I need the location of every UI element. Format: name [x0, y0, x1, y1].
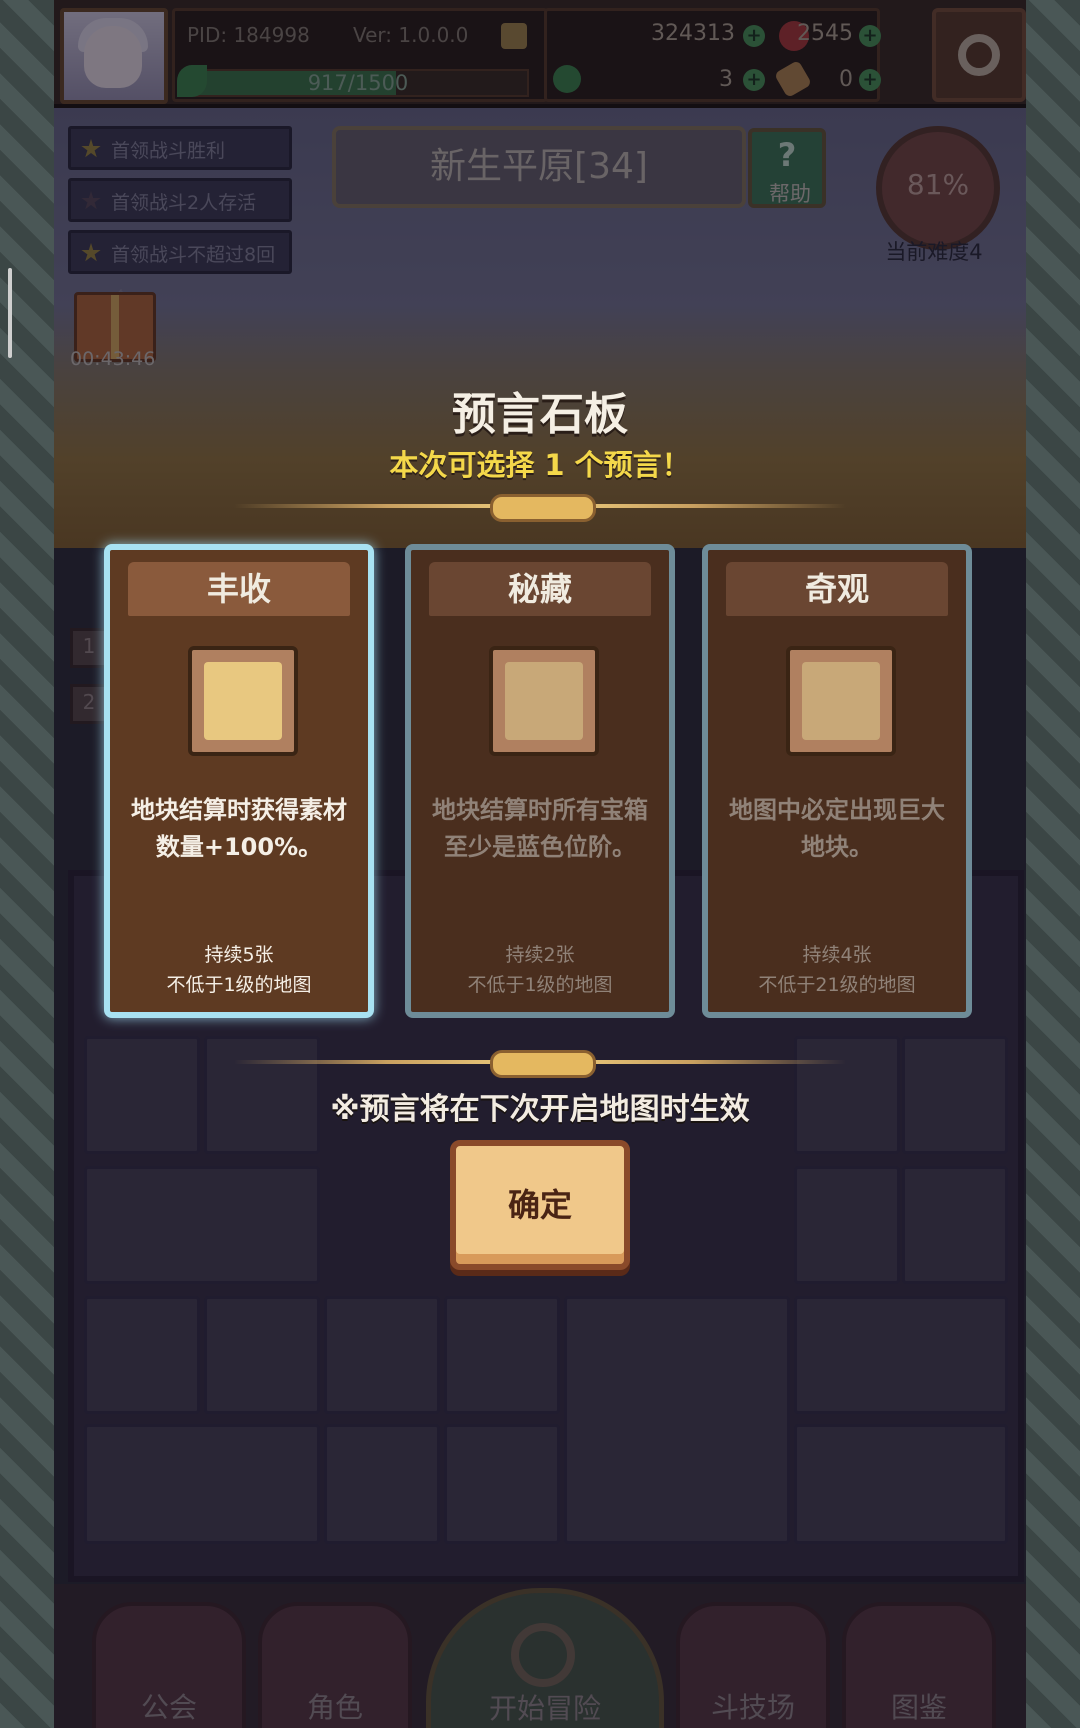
- prophecy-card-wonder[interactable]: 奇观 地图中必定出现巨大地块。 持续4张 不低于21级的地图: [702, 544, 972, 1018]
- game-screen: PID: 184998 Ver: 1.0.0.0 917/1500 324313…: [54, 0, 1026, 1728]
- harvest-icon: [188, 646, 298, 756]
- card-duration: 持续2张 不低于1级的地图: [421, 940, 659, 1000]
- card-requirement: 不低于1级的地图: [166, 974, 312, 996]
- ornament-icon: [490, 494, 596, 522]
- card-duration-count: 持续4张: [802, 944, 872, 966]
- right-side-pattern: [1026, 0, 1080, 1728]
- card-description: 地块结算时所有宝箱至少是蓝色位阶。: [432, 796, 648, 861]
- card-title: 丰收: [128, 562, 350, 616]
- edge-handle[interactable]: [8, 268, 12, 358]
- card-description: 地图中必定出现巨大地块。: [729, 796, 945, 861]
- ornament-icon: [490, 1050, 596, 1078]
- card-requirement: 不低于1级的地图: [467, 974, 613, 996]
- card-title: 奇观: [726, 562, 948, 616]
- card-duration: 持续5张 不低于1级的地图: [120, 940, 358, 1000]
- card-requirement: 不低于21级的地图: [758, 974, 916, 996]
- card-description: 地块结算时获得素材数量+100%。: [131, 796, 347, 861]
- prophecy-card-treasure[interactable]: 秘藏 地块结算时所有宝箱至少是蓝色位阶。 持续2张 不低于1级的地图: [405, 544, 675, 1018]
- card-title: 秘藏: [429, 562, 651, 616]
- signpost-icon: [786, 646, 896, 756]
- card-duration: 持续4张 不低于21级的地图: [718, 940, 956, 1000]
- left-side-pattern: [0, 0, 54, 1728]
- modal-overlay: 预言石板 本次可选择 1 个预言！ 丰收 地块结算时获得素材数量+100%。 持…: [54, 0, 1026, 1728]
- prophecy-note: ※预言将在下次开启地图时生效: [330, 1092, 750, 1127]
- confirm-label: 确定: [507, 1186, 572, 1224]
- card-duration-count: 持续2张: [505, 944, 575, 966]
- card-duration-count: 持续5张: [204, 944, 274, 966]
- confirm-button[interactable]: 确定: [450, 1140, 630, 1270]
- prophecy-card-harvest[interactable]: 丰收 地块结算时获得素材数量+100%。 持续5张 不低于1级的地图: [104, 544, 374, 1018]
- modal-title: 预言石板: [452, 389, 628, 440]
- treasure-scroll-icon: [489, 646, 599, 756]
- modal-subtitle: 本次可选择 1 个预言！: [389, 448, 691, 482]
